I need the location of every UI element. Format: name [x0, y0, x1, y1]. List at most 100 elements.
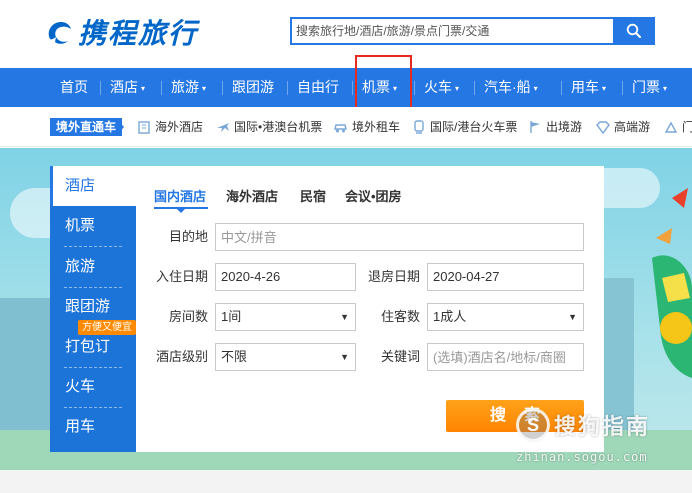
hotel-level-select[interactable]: 不限 ▼ [215, 343, 356, 371]
nav-divider [222, 81, 223, 95]
sub-item-label: 出境游 [546, 120, 583, 134]
site-search-button[interactable] [613, 17, 655, 45]
keyword-input[interactable] [433, 344, 583, 370]
site-search-box[interactable] [290, 17, 615, 45]
nav-divider [414, 81, 415, 95]
promo-badge: 方便又便宜 [78, 320, 136, 335]
nav-item-label: 酒店 [110, 79, 138, 95]
nav-divider [474, 81, 475, 95]
menu-item-train[interactable]: 火车 [50, 367, 136, 407]
sub-item-intl-flights[interactable]: 国际•港澳台机票 [216, 107, 322, 147]
rooms-label: 房间数 [168, 309, 208, 324]
nav-item-free-travel[interactable]: 自由行 [297, 68, 339, 107]
nav-item-group-tour[interactable]: 跟团游 [232, 68, 274, 107]
destination-label: 目的地 [168, 229, 208, 244]
guests-value: 1成人 [433, 309, 467, 324]
nav-divider [100, 81, 101, 95]
sub-item-label: 国际/港台火车票 [430, 120, 518, 134]
hotel-level-value: 不限 [221, 349, 248, 364]
sub-item-intl-train[interactable]: 国际/港台火车票 [412, 107, 517, 147]
ticket-icon [664, 121, 678, 133]
sub-item-label: 高端游 [614, 120, 651, 134]
chevron-down-icon: ▾ [663, 83, 668, 93]
overseas-tag: 境外直通车 [50, 118, 123, 136]
sub-item-label: 海外酒店 [155, 120, 204, 134]
logo-text: 携程旅行 [78, 17, 199, 50]
main-nav: 首页 酒店 ▾ 旅游 ▾ 跟团游 自由行 机票 ▾ 火车 ▾ 汽车·船 ▾ 用车 ▾ 门票 ▾ [0, 68, 692, 107]
sub-item-label: 境外租车 [352, 120, 401, 134]
site-header: 携程旅行 [0, 0, 692, 68]
nav-divider [287, 81, 288, 95]
checkin-label: 入住日期 [155, 269, 208, 284]
checkin-date-field[interactable]: 2020-4-26 [215, 263, 356, 291]
ctrip-logo[interactable]: 携程旅行 [44, 12, 198, 52]
checkout-date-field[interactable]: 2020-04-27 [427, 263, 584, 291]
guests-label: 住客数 [380, 309, 420, 324]
menu-item-flights[interactable]: 机票 [50, 206, 136, 246]
checkin-date-value: 2020-4-26 [221, 269, 281, 284]
keyword-label: 关键词 [380, 349, 420, 364]
keyword-field[interactable] [427, 343, 584, 371]
sub-item-label: 国际•港澳台机票 [234, 120, 323, 134]
car-icon [334, 124, 347, 133]
nav-item-label: 跟团游 [232, 79, 274, 95]
overseas-tag-arrow [116, 118, 124, 136]
sub-item-outbound-tour[interactable]: 出境游 [528, 107, 582, 147]
chevron-down-icon: ▾ [393, 83, 398, 93]
nav-item-train[interactable]: 火车 ▾ [424, 68, 459, 107]
destination-input[interactable] [221, 224, 583, 250]
dropdown-arrow-icon: ▼ [340, 352, 349, 362]
menu-item-travel[interactable]: 旅游 [50, 247, 136, 287]
nav-divider [622, 81, 623, 95]
nav-item-label: 门票 [632, 79, 660, 95]
sogou-logo-icon: S [516, 408, 550, 442]
overseas-sub-nav: 境外直通车 海外酒店 国际•港澳台机票 境外租车 国际/港台火车票 出境游 高端… [0, 107, 692, 147]
nav-item-label: 火车 [424, 79, 452, 95]
hotel-level-label: 酒店级别 [155, 349, 208, 364]
nav-item-label: 汽车·船 [484, 79, 531, 95]
guests-select[interactable]: 1成人 ▼ [427, 303, 584, 331]
nav-item-home[interactable]: 首页 [60, 68, 88, 107]
menu-item-car[interactable]: 用车 [50, 407, 136, 447]
chevron-down-icon: ▾ [533, 83, 538, 93]
tab-overseas-hotel[interactable]: 海外酒店 [226, 186, 278, 206]
plane-icon [217, 123, 229, 132]
hotel-icon [138, 121, 150, 134]
product-menu: 酒店 机票 旅游 跟团游 打包订 火车 用车 [50, 166, 136, 452]
building-decoration [0, 298, 50, 430]
chevron-down-icon: ▾ [455, 83, 460, 93]
rooms-value: 1间 [221, 309, 242, 324]
train-icon [414, 120, 424, 134]
tab-homestay[interactable]: 民宿 [300, 186, 326, 206]
sub-item-car-rental[interactable]: 境外租车 [333, 107, 400, 147]
menu-item-hotel[interactable]: 酒店 [50, 166, 136, 206]
nav-item-hotel[interactable]: 酒店 ▾ [110, 68, 145, 107]
sub-item-tickets[interactable]: 门 [664, 107, 692, 147]
checkout-date-value: 2020-04-27 [433, 269, 500, 284]
sub-item-luxury-tour[interactable]: 高端游 [596, 107, 650, 147]
chevron-down-icon: ▾ [202, 83, 207, 93]
checkout-label: 退房日期 [367, 269, 420, 284]
nav-item-label: 机票 [362, 79, 390, 95]
nav-divider [561, 81, 562, 95]
nav-item-label: 首页 [60, 79, 88, 95]
tab-domestic-hotel[interactable]: 国内酒店 [154, 186, 206, 206]
search-icon [626, 23, 641, 38]
rooms-select[interactable]: 1间 ▼ [215, 303, 356, 331]
nav-item-bus-ship[interactable]: 汽车·船 ▾ [484, 68, 538, 107]
nav-item-flights[interactable]: 机票 ▾ [362, 68, 397, 107]
tab-meeting-group[interactable]: 会议•团房 [345, 186, 402, 206]
sogou-watermark: S 搜狗指南 [516, 408, 650, 442]
dropdown-arrow-icon: ▼ [568, 312, 577, 322]
nav-item-tickets[interactable]: 门票 ▾ [632, 68, 667, 107]
sub-item-overseas-hotel[interactable]: 海外酒店 [137, 107, 203, 147]
nav-divider [352, 81, 353, 95]
dropdown-arrow-icon: ▼ [340, 312, 349, 322]
page-bottom-strip [0, 470, 692, 493]
nav-divider [161, 81, 162, 95]
destination-field[interactable] [215, 223, 584, 251]
dolphin-logo-icon [48, 22, 71, 44]
nav-item-travel[interactable]: 旅游 ▾ [171, 68, 206, 107]
site-search-input[interactable] [292, 19, 615, 43]
nav-item-car[interactable]: 用车 ▾ [571, 68, 606, 107]
